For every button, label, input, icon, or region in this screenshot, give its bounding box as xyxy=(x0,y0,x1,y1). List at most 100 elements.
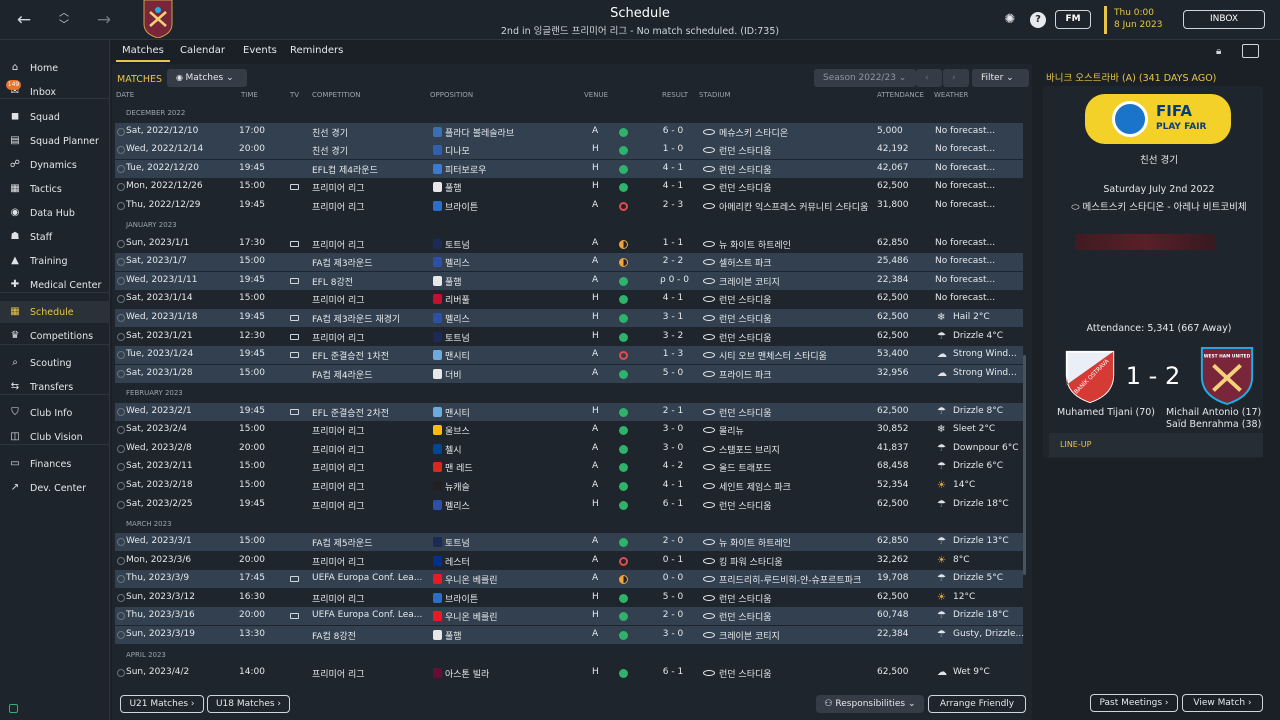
match-opposition[interactable]: 펠리스 xyxy=(445,256,470,269)
opposition-badge-icon[interactable] xyxy=(433,127,442,137)
tab-events[interactable]: Events xyxy=(243,45,277,56)
table-row[interactable]: Sat, 2022/12/10 17:00 친선 경기 플라다 볼레슬라브 A 6 - 0… xyxy=(115,123,1023,141)
table-row[interactable]: Mon, 2022/12/26 15:00 프리미어 리그 풀햄 H 4 - 1 런던 스타… xyxy=(115,178,1023,196)
matches-dropdown[interactable]: ◉ Matches ⌄ xyxy=(167,69,247,87)
sidebar-item-schedule[interactable]: ▦ Schedule xyxy=(0,301,110,323)
match-opposition[interactable]: 풀햄 xyxy=(445,629,462,642)
match-opposition[interactable]: 더비 xyxy=(445,368,462,381)
season-dropdown[interactable]: Season 2022/23 ⌄ xyxy=(814,69,916,87)
opposition-badge-icon[interactable] xyxy=(433,313,442,323)
match-opposition[interactable]: 브라이튼 xyxy=(445,592,478,605)
match-opposition[interactable]: 맨시티 xyxy=(445,349,470,362)
table-row[interactable]: Wed, 2023/3/1 15:00 FA컵 제5라운드 토트넘 A 2 - 0 뉴 화이… xyxy=(115,533,1023,551)
opposition-badge-icon[interactable] xyxy=(433,500,442,510)
fm-menu-button[interactable]: FM xyxy=(1055,10,1091,29)
col-stadium[interactable]: STADIUM xyxy=(699,91,731,99)
opposition-badge-icon[interactable] xyxy=(433,537,442,547)
previous-season-button[interactable]: ‹ xyxy=(916,69,942,87)
sidebar-item-squad[interactable]: ◼ Squad xyxy=(0,106,110,128)
table-row[interactable]: Sat, 2023/1/21 12:30 프리미어 리그 토트넘 H 3 - 2 런던 스타… xyxy=(115,328,1023,346)
opposition-badge-icon[interactable] xyxy=(433,668,442,678)
col-date[interactable]: DATE xyxy=(116,91,134,99)
match-competition[interactable]: 프리미어 리그 xyxy=(312,181,365,194)
sidebar-item-club-info[interactable]: ⛉ Club Info xyxy=(0,402,110,424)
match-competition[interactable]: 프리미어 리그 xyxy=(312,238,365,251)
filter-dropdown[interactable]: Filter ⌄ xyxy=(972,69,1029,87)
match-opposition[interactable]: 맨시티 xyxy=(445,406,470,419)
sidebar-item-staff[interactable]: ☗ Staff xyxy=(0,226,110,248)
table-row[interactable]: Thu, 2023/3/16 20:00 UEFA Europa Conf. Lea… xyxy=(115,607,1023,625)
match-competition[interactable]: EFL컵 제4라운드 xyxy=(312,163,378,176)
opposition-badge-icon[interactable] xyxy=(433,556,442,566)
table-row[interactable]: Sun, 2023/4/2 14:00 프리미어 리그 아스톤 빌라 H 6 - 1 런던 … xyxy=(115,664,1023,682)
match-opposition[interactable]: 펠리스 xyxy=(445,312,470,325)
match-opposition[interactable]: 펠리스 xyxy=(445,499,470,512)
arrange-friendly-button[interactable]: Arrange Friendly xyxy=(928,695,1026,713)
match-opposition[interactable]: 토트넘 xyxy=(445,331,470,344)
match-competition[interactable]: FA컵 제5라운드 xyxy=(312,536,373,549)
table-row[interactable]: Sat, 2023/1/7 15:00 FA컵 제3라운드 펠리스 A 2 - 2 셀허스트… xyxy=(115,253,1023,271)
col-competition[interactable]: COMPETITION xyxy=(312,91,361,99)
match-competition[interactable]: UEFA Europa Conf. Lea... xyxy=(312,573,422,583)
view-match-button[interactable]: View Match › xyxy=(1182,694,1263,712)
match-opposition[interactable]: 토트넘 xyxy=(445,536,470,549)
match-opposition[interactable]: 토트넘 xyxy=(445,238,470,251)
match-competition[interactable]: 프리미어 리그 xyxy=(312,555,365,568)
match-competition[interactable]: 친선 경기 xyxy=(312,144,348,157)
opposition-badge-icon[interactable] xyxy=(433,145,442,155)
col-tv[interactable]: TV xyxy=(290,91,299,99)
lineup-section[interactable]: LINE-UP xyxy=(1049,433,1263,457)
sidebar-item-squad-planner[interactable]: ▤ Squad Planner xyxy=(0,130,110,152)
sidebar-item-dev-center[interactable]: ↗ Dev. Center xyxy=(0,477,110,499)
match-opposition[interactable]: 아스톤 빌라 xyxy=(445,667,489,680)
match-competition[interactable]: 프리미어 리그 xyxy=(312,424,365,437)
table-row[interactable]: Sun, 2023/3/19 13:30 FA컵 8강전 풀햄 A 3 - 0 크레이븐 코… xyxy=(115,626,1024,644)
table-row[interactable]: Sun, 2023/1/1 17:30 프리미어 리그 토트넘 A 1 - 1 뉴 화이트 … xyxy=(115,235,1023,253)
opposition-badge-icon[interactable] xyxy=(433,593,442,603)
table-row[interactable]: Tue, 2023/1/24 19:45 EFL 준결승전 1차전 맨시티 A 1 - 3… xyxy=(115,346,1023,364)
match-competition[interactable]: FA컵 8강전 xyxy=(312,629,356,642)
next-season-button[interactable]: › xyxy=(943,69,969,87)
opposition-badge-icon[interactable] xyxy=(433,574,442,584)
opposition-badge-icon[interactable] xyxy=(433,276,442,286)
u18-matches-button[interactable]: U18 Matches › xyxy=(207,695,290,713)
match-competition[interactable]: 프리미어 리그 xyxy=(312,592,365,605)
opposition-badge-icon[interactable] xyxy=(433,444,442,454)
opposition-badge-icon[interactable] xyxy=(433,369,442,379)
sidebar-item-data-hub[interactable]: ◉ Data Hub xyxy=(0,202,110,224)
scrollbar[interactable] xyxy=(1023,355,1026,575)
match-competition[interactable]: 프리미어 리그 xyxy=(312,443,365,456)
table-row[interactable]: Sat, 2023/2/25 19:45 프리미어 리그 펠리스 H 6 - 1 런던 스타… xyxy=(115,496,1023,514)
opposition-badge-icon[interactable] xyxy=(433,350,442,360)
tab-calendar[interactable]: Calendar xyxy=(180,45,225,56)
opposition-badge-icon[interactable] xyxy=(433,164,442,174)
lock-icon[interactable]: 🔒︎ xyxy=(1216,46,1221,57)
match-competition[interactable]: FA컵 제3라운드 재경기 xyxy=(312,312,400,325)
table-row[interactable]: Tue, 2022/12/20 19:45 EFL컵 제4라운드 피터보로우 H 4 - … xyxy=(115,160,1023,178)
table-row[interactable]: Wed, 2023/2/8 20:00 프리미어 리그 첼시 A 3 - 0 스탬포드 브리… xyxy=(115,440,1023,458)
table-row[interactable]: Wed, 2023/2/1 19:45 EFL 준결승전 2차전 맨시티 H 2 - 1 런… xyxy=(115,403,1023,421)
opposition-badge-icon[interactable] xyxy=(433,611,442,621)
opposition-badge-icon[interactable] xyxy=(433,630,442,640)
table-row[interactable]: Thu, 2023/3/9 17:45 UEFA Europa Conf. Lea.… xyxy=(115,570,1023,588)
sidebar-item-inbox[interactable]: ✉ 149 Inbox xyxy=(0,80,110,103)
tab-reminders[interactable]: Reminders xyxy=(290,45,343,56)
table-row[interactable]: Sat, 2023/2/11 15:00 프리미어 리그 맨 레드 A 4 - 2 올드 트… xyxy=(115,458,1023,476)
sidebar-item-finances[interactable]: ▭ Finances xyxy=(0,453,110,475)
table-row[interactable]: Wed, 2022/12/14 20:00 친선 경기 디나모 H 1 - 0 런던 스타디… xyxy=(115,141,1023,159)
table-row[interactable]: Sat, 2023/1/14 15:00 프리미어 리그 리버풀 H 4 - 1 런던 스타… xyxy=(115,290,1023,308)
match-competition[interactable]: 프리미어 리그 xyxy=(312,499,365,512)
table-row[interactable]: Mon, 2023/3/6 20:00 프리미어 리그 레스터 A 0 - 1 킹 파워 스… xyxy=(115,552,1023,570)
sidebar-item-scouting[interactable]: ⌕ Scouting xyxy=(0,352,110,374)
match-opposition[interactable]: 뉴캐슬 xyxy=(445,480,470,493)
inbox-button[interactable]: INBOX xyxy=(1183,10,1265,29)
col-venue[interactable]: VENUE xyxy=(584,91,608,99)
opposition-badge-icon[interactable] xyxy=(433,462,442,472)
opposition-badge-icon[interactable] xyxy=(433,332,442,342)
sidebar-item-training[interactable]: ▲ Training xyxy=(0,250,110,272)
table-row[interactable]: Wed, 2023/1/18 19:45 FA컵 제3라운드 재경기 펠리스 H 3 - … xyxy=(115,309,1023,327)
match-competition[interactable]: EFL 8강전 xyxy=(312,275,353,288)
col-opposition[interactable]: OPPOSITION xyxy=(430,91,473,99)
u21-matches-button[interactable]: U21 Matches › xyxy=(120,695,204,713)
table-row[interactable]: Wed, 2023/1/11 19:45 EFL 8강전 풀햄 Aρ 0 - 0 크레이븐… xyxy=(115,272,1023,290)
